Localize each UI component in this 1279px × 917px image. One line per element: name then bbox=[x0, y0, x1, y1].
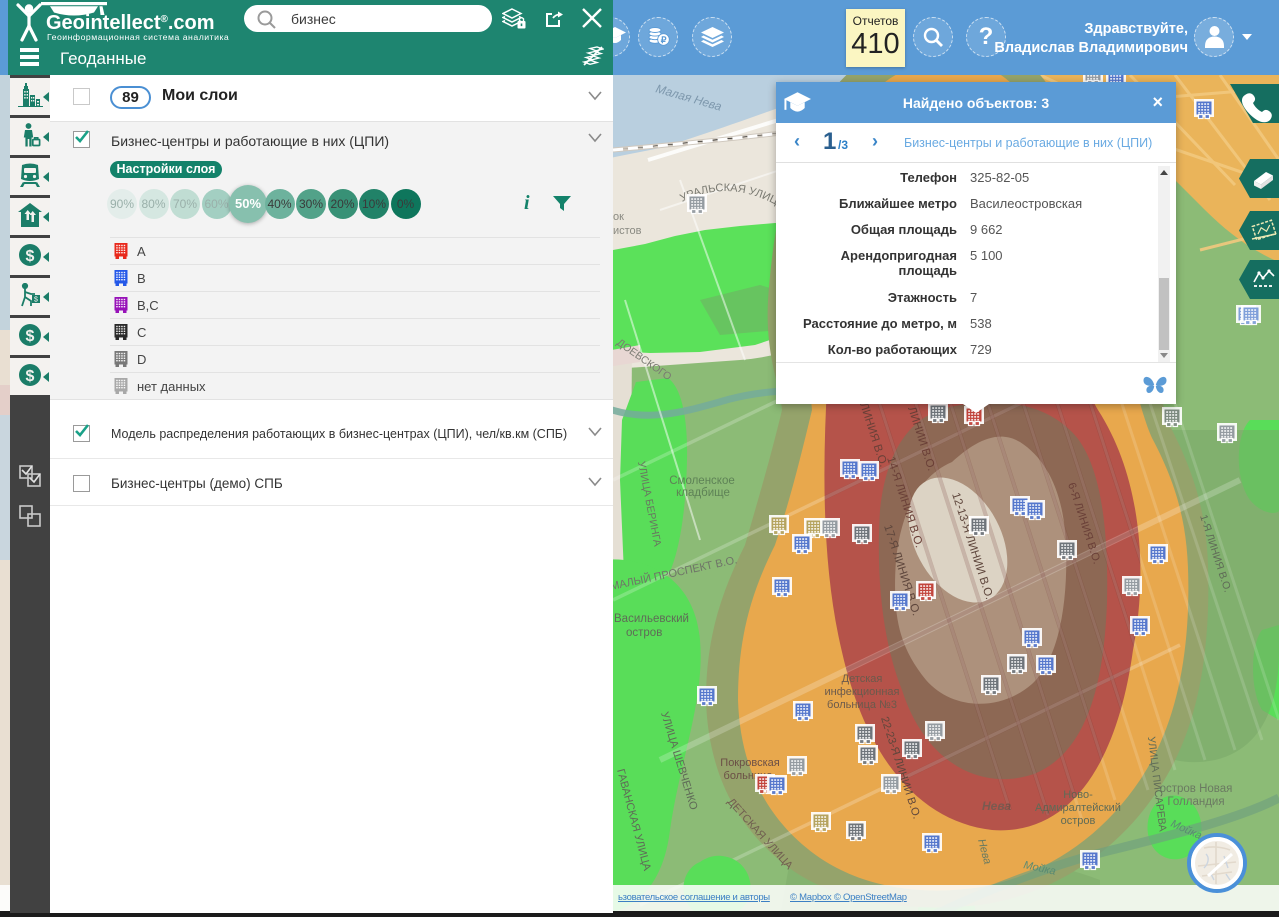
svg-text:$: $ bbox=[26, 248, 35, 265]
svg-text:Голландия: Голландия bbox=[1167, 796, 1224, 808]
svg-text:₽: ₽ bbox=[661, 35, 667, 45]
svg-text:Смоленское: Смоленское bbox=[669, 475, 735, 487]
svg-text:Васильевский: Васильевский bbox=[614, 613, 689, 625]
svg-text:Покровская: Покровская bbox=[720, 757, 779, 769]
svg-text:$: $ bbox=[34, 297, 38, 304]
svg-text:Детская: Детская bbox=[842, 673, 883, 685]
svg-text:истов: истов bbox=[613, 225, 642, 237]
svg-text:больница №3: больница №3 bbox=[827, 699, 897, 711]
svg-text:остров: остров bbox=[626, 627, 662, 639]
svg-text:$: $ bbox=[26, 328, 35, 345]
svg-text:$: $ bbox=[26, 368, 35, 385]
svg-text:Ново-: Ново- bbox=[1063, 789, 1093, 801]
svg-text:остров Новая: остров Новая bbox=[1160, 783, 1233, 795]
svg-text:ок: ок bbox=[613, 211, 624, 223]
svg-text:кладбище: кладбище bbox=[676, 487, 730, 499]
svg-text:инфекционная: инфекционная bbox=[825, 686, 900, 698]
svg-text:остров: остров bbox=[1061, 815, 1096, 827]
